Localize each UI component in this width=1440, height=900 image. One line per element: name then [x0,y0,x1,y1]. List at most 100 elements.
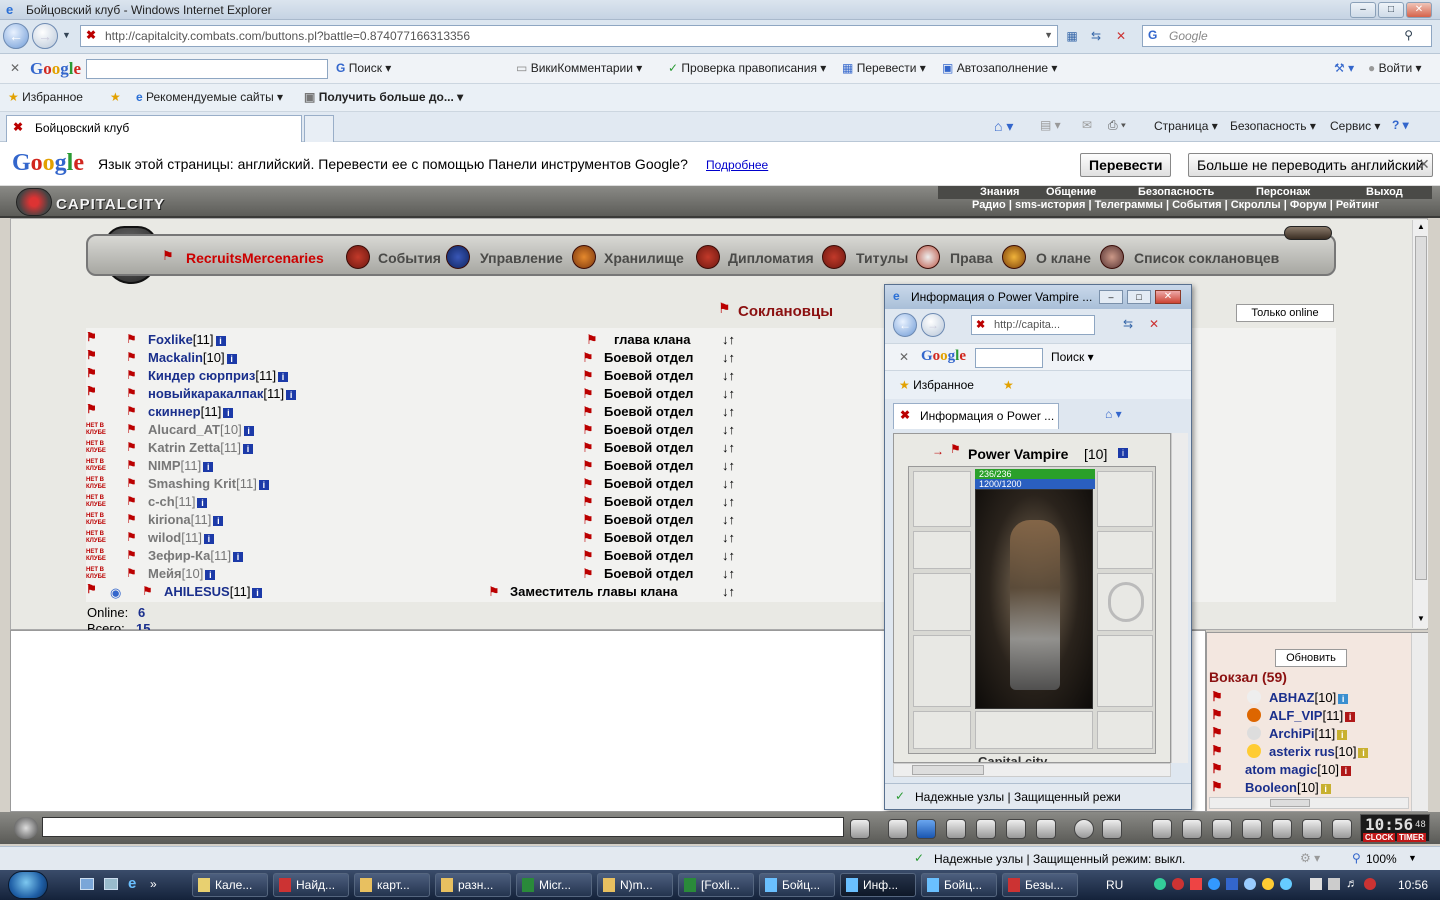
online-player-name-text[interactable]: atom magic [1245,762,1317,777]
online-player-name[interactable]: ALF_VIP[11] i [1269,708,1356,723]
nav-about-clan[interactable]: О клане [1036,250,1091,266]
help-icon[interactable]: ? ▾ [1392,118,1409,132]
nav-titles[interactable]: Титулы [856,250,908,266]
wiki-comments-button[interactable]: ▭ ВикиКомментарии ▾ [516,61,642,75]
mail-game-icon[interactable] [1302,819,1322,839]
history-dropdown-icon[interactable]: ▼ [62,30,71,40]
boots-slot[interactable] [1097,711,1153,749]
tray-icon-11[interactable] [1364,878,1376,890]
member-name[interactable]: скиннер[11] i [148,404,234,419]
menu-knowledge[interactable]: Знания [980,186,1019,198]
taskbar-button[interactable]: [Foxli... [678,873,754,897]
popup-google-field[interactable] [975,348,1043,368]
taskbar-button[interactable]: Найд... [273,873,349,897]
member-name-text[interactable]: AHILESUS [164,584,230,599]
popup-hscroll-thumb[interactable] [912,765,984,775]
online-only-button[interactable]: Только online [1236,304,1334,322]
info-icon[interactable]: i [203,462,214,472]
chat-mode-icon[interactable] [14,817,38,839]
move-arrows-icon[interactable]: ↓↑ [722,566,735,581]
tray-icon-10[interactable] [1328,878,1340,890]
member-name-text[interactable]: NIMP [148,458,181,473]
online-player-name[interactable]: ArchiPi[11] i [1269,726,1348,741]
inventory-icon[interactable] [1152,819,1172,839]
info-icon[interactable]: i [258,480,269,490]
popup-vscroll[interactable] [1171,433,1188,763]
taskbar-button[interactable]: Инф... [840,873,916,897]
move-arrows-icon[interactable]: ↓↑ [722,368,735,383]
online-player-name[interactable]: ABHAZ[10] i [1269,690,1349,705]
quicklaunch-computer-icon[interactable] [104,878,118,890]
taskbar-button[interactable]: Кале... [192,873,268,897]
online-player-name-text[interactable]: ABHAZ [1269,690,1315,705]
menu-character[interactable]: Персонаж [1256,186,1310,198]
friends-icon[interactable] [1272,819,1292,839]
taskbar-button[interactable]: Бойц... [921,873,997,897]
info-icon[interactable]: i [203,534,214,544]
quicklaunch-ie-icon[interactable]: e [128,875,136,892]
member-name[interactable]: Alucard_AT[10] i [148,422,254,437]
info-icon[interactable]: i [226,354,237,364]
quest-icon[interactable] [1182,819,1202,839]
taskbar-button[interactable]: Безы... [1002,873,1078,897]
tray-icon-2[interactable] [1172,878,1184,890]
zoom-level[interactable]: 100% [1366,852,1397,866]
info-icon[interactable]: i [197,498,208,508]
google-search-field[interactable] [86,59,328,79]
language-indicator[interactable]: RU [1106,878,1123,892]
tray-icon-5[interactable] [1226,878,1238,890]
tray-icon-6[interactable] [1244,878,1256,890]
status-settings-icon[interactable]: ⚙ ▾ [1300,851,1320,865]
sub-menu[interactable]: Радио | sms-история | Телеграммы | Событ… [972,199,1379,211]
signin-button[interactable]: ● Войти ▾ [1368,61,1422,75]
info-icon[interactable]: i [233,552,244,562]
member-name[interactable]: AHILESUS[11] i [164,584,263,599]
member-name[interactable]: Katrin Zetta[11] i [148,440,253,455]
feeds-icon[interactable]: ▤ ▾ [1040,118,1061,132]
service-menu[interactable]: Сервис ▾ [1330,119,1380,133]
clear-icon[interactable] [888,819,908,839]
online-player-name[interactable]: Booleon[10] i [1245,780,1331,795]
taskbar-button[interactable]: карт... [354,873,430,897]
online-panel-vscroll[interactable] [1411,633,1428,811]
member-name[interactable]: Зефир-Ка[11] i [148,548,244,563]
move-arrows-icon[interactable]: ↓↑ [722,548,735,563]
move-arrows-icon[interactable]: ↓↑ [722,494,735,509]
autofill-button[interactable]: ▣ Автозаполнение ▾ [942,61,1057,75]
popup-close-button[interactable]: ✕ [1155,290,1181,304]
quicklaunch-more-icon[interactable]: » [150,877,157,891]
show-desktop-icon[interactable] [80,878,94,890]
game-menu-toggle-icon[interactable] [1284,226,1332,240]
move-arrows-icon[interactable]: ↓↑ [722,386,735,401]
compat-view-icon[interactable]: ▦ [1062,25,1082,47]
magic-icon[interactable] [1036,819,1056,839]
info-icon[interactable]: i [1338,694,1349,704]
refresh-button[interactable]: Обновить [1275,649,1347,667]
gem-slots[interactable] [1097,471,1153,527]
hscroll-thumb[interactable] [1270,799,1310,807]
member-name[interactable]: Киндер сюрприз[11] i [148,368,289,383]
page-menu[interactable]: Страница ▾ [1154,119,1218,133]
tray-icon-8[interactable] [1280,878,1292,890]
favorites-button[interactable]: ★ Избранное [8,90,83,104]
weapon-slot[interactable] [913,573,971,631]
scroll-up-icon[interactable]: ▲ [1417,222,1425,231]
move-arrows-icon[interactable]: ↓↑ [722,584,735,599]
tray-icon-7[interactable] [1262,878,1274,890]
info-icon[interactable]: i [278,372,289,382]
move-arrows-icon[interactable]: ↓↑ [722,404,735,419]
member-name-text[interactable]: новыйкаракалпак [148,386,263,401]
info-icon[interactable]: i [1358,748,1369,758]
search-icon[interactable]: ⚲ [1404,28,1413,42]
refresh-icon[interactable]: ⇆ [1086,25,1106,47]
zoom-dropdown-icon[interactable]: ▼ [1408,853,1417,863]
online-player-name-text[interactable]: ALF_VIP [1269,708,1322,723]
nav-storage[interactable]: Хранилище [604,250,684,266]
map-icon[interactable] [1102,819,1122,839]
tray-icon-4[interactable] [1208,878,1220,890]
member-name-text[interactable]: Alucard_AT [148,422,220,437]
member-name-text[interactable]: Мейя [148,566,182,581]
scroll-down-icon[interactable]: ▼ [1417,614,1425,623]
settings-icon[interactable] [1242,819,1262,839]
start-button[interactable] [8,871,48,899]
